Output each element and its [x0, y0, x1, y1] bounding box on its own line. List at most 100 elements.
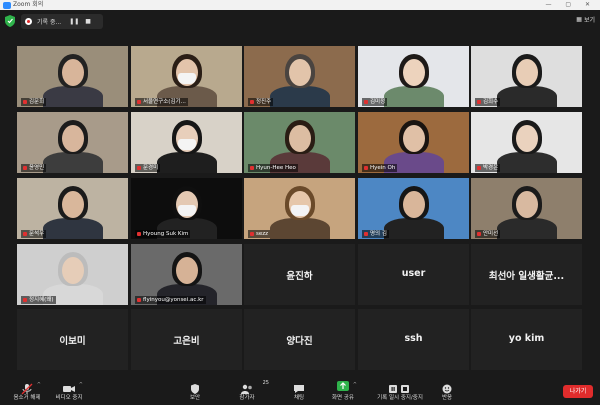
participant-tile[interactable]: 명의 김	[358, 178, 469, 239]
participant-tile[interactable]: 양다진	[244, 309, 355, 370]
participant-name: 윤진하	[286, 271, 313, 282]
share-screen-label: 화면 공유	[332, 395, 354, 401]
share-screen-icon: ^	[335, 380, 357, 392]
participant-name: Hyoung Suk Kim	[135, 230, 191, 238]
participant-tile[interactable]: flyinyou@yonsei.ac.kr	[131, 244, 242, 305]
participant-name: 김희수	[475, 98, 501, 106]
recording-icon	[25, 18, 32, 25]
participant-face	[62, 257, 84, 284]
participant-name: Hyein Oh	[362, 164, 398, 172]
pause-recording-icon[interactable]: ❚❚	[69, 18, 79, 25]
participant-face	[289, 125, 311, 152]
participant-tile[interactable]: Hyoung Suk Kim	[131, 178, 242, 239]
participant-tile[interactable]: 최선아 일생활균...	[471, 244, 582, 305]
participant-name: 윤영민	[21, 164, 47, 172]
participant-name: yo kim	[508, 333, 545, 344]
participant-body	[497, 86, 557, 107]
meeting-controls-bar: ^ 음소거 해제 ^ 비디오 중지 보안 25 참가자 채팅 ^ 화면 공유 기…	[0, 378, 600, 405]
recording-label: 기록 중...	[37, 19, 62, 26]
participant-face	[403, 125, 425, 152]
participant-body	[43, 86, 103, 107]
participant-tile[interactable]: 문경미	[131, 112, 242, 173]
participant-tile[interactable]: 고은비	[131, 309, 242, 370]
window-title: Zoom 회의	[13, 1, 44, 8]
stop-recording-icon[interactable]: ■	[85, 18, 91, 25]
participant-name: 양다진	[286, 336, 313, 347]
participant-name: 문석우	[21, 230, 47, 238]
participant-tile[interactable]: 김희수	[471, 46, 582, 107]
participant-body	[497, 152, 557, 173]
participant-tile[interactable]: 안미선	[471, 178, 582, 239]
leave-meeting-button[interactable]: 나가기	[563, 385, 593, 398]
participant-body	[157, 152, 217, 173]
participant-name: Hyun-Hee Heo	[248, 164, 298, 172]
participant-tile[interactable]: user	[358, 244, 469, 305]
face-mask	[291, 205, 309, 216]
participant-tile[interactable]: Hyein Oh	[358, 112, 469, 173]
participants-icon: 25	[239, 380, 269, 394]
participant-name: user	[401, 268, 426, 279]
zoom-logo-icon	[3, 1, 11, 9]
participant-face	[403, 191, 425, 218]
emoji-smile-icon	[439, 380, 455, 394]
participant-name: 이보미	[59, 336, 86, 347]
chat-bubble-icon	[291, 380, 307, 393]
participant-face	[62, 59, 84, 86]
pause-stop-recording-button[interactable]: 기록 일시 중지/중지	[372, 380, 428, 401]
recording-indicator: 기록 중... ❚❚ ■	[21, 14, 103, 29]
muted-microphone-icon: ^	[19, 380, 41, 395]
participant-name: 안미선	[475, 230, 501, 238]
participant-name: 김미정	[362, 98, 388, 106]
participant-tile[interactable]: ssh	[358, 309, 469, 370]
participant-face	[516, 191, 538, 218]
participant-tile[interactable]: 서울연구소(김기...	[131, 46, 242, 107]
participant-name: 고은비	[173, 336, 200, 347]
top-toolbar: 기록 중... ❚❚ ■ ▦ 보기	[0, 10, 600, 32]
security-button[interactable]: 보안	[170, 380, 220, 401]
participants-button[interactable]: 25 참가자	[222, 380, 272, 401]
pause-stop-icons	[387, 380, 413, 393]
participants-count: 25	[262, 380, 269, 386]
participant-name: flyinyou@yonsei.ac.kr	[135, 296, 206, 304]
participant-tile[interactable]: yo kim	[471, 309, 582, 370]
participant-name: 박경은	[475, 164, 501, 172]
participant-face	[403, 59, 425, 86]
stop-video-button[interactable]: ^ 비디오 중지	[44, 380, 94, 401]
participant-face	[62, 125, 84, 152]
share-screen-button[interactable]: ^ 화면 공유	[318, 380, 368, 401]
participant-face	[62, 191, 84, 218]
participant-name: ssh	[404, 333, 423, 344]
view-button[interactable]: ▦ 보기	[576, 15, 595, 24]
participant-body	[384, 218, 444, 239]
participant-name: 정지혜(왜)	[21, 296, 56, 304]
participant-name: 최선아 일생활균...	[488, 271, 565, 282]
participant-tile[interactable]: 정진주	[244, 46, 355, 107]
participant-tile[interactable]: 김문희	[17, 46, 128, 107]
participant-tile[interactable]: 정지혜(왜)	[17, 244, 128, 305]
participant-face	[289, 59, 311, 86]
window-controls[interactable]: — ▢ ✕	[545, 1, 596, 8]
participant-face	[176, 257, 198, 284]
participant-face	[516, 125, 538, 152]
participant-tile[interactable]: 문석우	[17, 178, 128, 239]
participant-tile[interactable]: sezz	[244, 178, 355, 239]
chat-button[interactable]: 채팅	[274, 380, 324, 401]
participant-name: 문경미	[135, 164, 161, 172]
face-mask	[178, 73, 196, 84]
participant-tile[interactable]: 이보미	[17, 309, 128, 370]
participant-tile[interactable]: Hyun-Hee Heo	[244, 112, 355, 173]
reactions-button[interactable]: 반응	[422, 380, 472, 401]
participant-body	[43, 152, 103, 173]
grid-view-icon: ▦	[576, 16, 582, 23]
participant-name: 명의 김	[362, 230, 389, 238]
participant-name: 정진주	[248, 98, 274, 106]
participant-body	[384, 86, 444, 107]
participant-tile[interactable]: 윤영민	[17, 112, 128, 173]
participant-tile[interactable]: 김미정	[358, 46, 469, 107]
participant-body	[43, 218, 103, 239]
shield-icon[interactable]	[5, 15, 15, 27]
participant-tile[interactable]: 박경은	[471, 112, 582, 173]
participant-tile[interactable]: 윤진하	[244, 244, 355, 305]
participant-name: sezz	[248, 230, 271, 238]
face-mask	[178, 139, 196, 150]
